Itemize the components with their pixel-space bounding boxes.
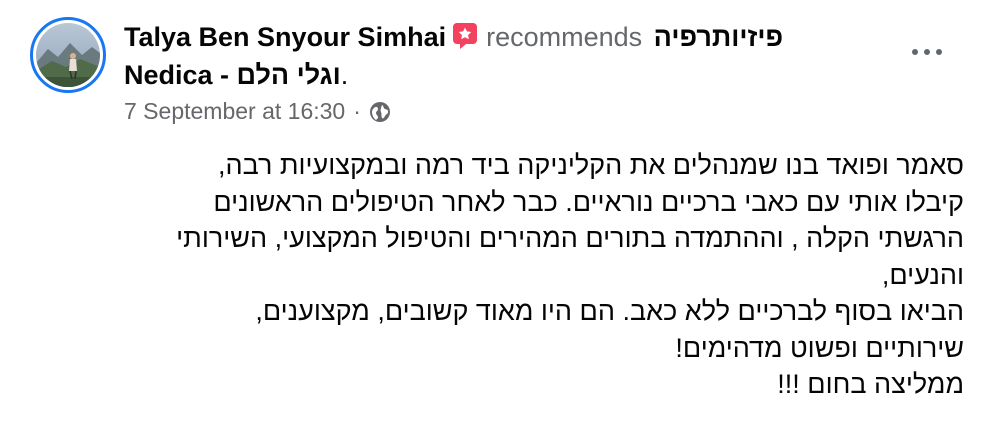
post-body-line: שירותיים ופשוט מדהימים! xyxy=(675,332,964,363)
post-body-line: הרגשתי הקלה , וההתמדה בתורים המהירים והט… xyxy=(176,223,964,253)
post-body-line: סאמר ופואד בנו שמנהלים את הקליניקה ביד ר… xyxy=(217,150,964,180)
author-name[interactable]: Talya Ben Snyour Simhai xyxy=(124,22,446,52)
avatar-image xyxy=(36,23,100,87)
post-body-line: והנעים, xyxy=(881,259,964,290)
recommend-flag-icon xyxy=(450,20,480,50)
more-options-button[interactable] xyxy=(905,30,949,74)
page-name-period: . xyxy=(340,60,349,90)
meta-separator: · xyxy=(353,98,361,124)
page-name-hebrew: פיזיותרפיה xyxy=(653,22,784,52)
recommends-verb: recommends xyxy=(486,22,643,52)
globe-icon[interactable] xyxy=(369,101,391,123)
more-options-icon xyxy=(912,49,942,55)
avatar[interactable] xyxy=(30,17,106,93)
recommendation-post: Talya Ben Snyour Simhai recommends פיזיו… xyxy=(0,0,990,438)
post-meta: 7 September at 16:30 · xyxy=(124,98,391,125)
post-body-line: הביאו בסוף לברכיים ללא כאב. הם היו מאוד … xyxy=(255,296,964,326)
post-body-line: קיבלו אותי עם כאבי ברכיים נוראיים. כבר ל… xyxy=(213,186,964,217)
post-body-line: ממליצה בחום !!! xyxy=(777,369,964,399)
post-body: סאמר ופואד בנו שמנהלים את הקליניקה ביד ר… xyxy=(34,147,964,403)
post-header: Talya Ben Snyour Simhai recommends פיזיו… xyxy=(124,18,894,94)
page-name-rest: וגלי הלם - Nedica xyxy=(124,60,341,90)
post-timestamp[interactable]: 7 September at 16:30 xyxy=(124,98,345,125)
